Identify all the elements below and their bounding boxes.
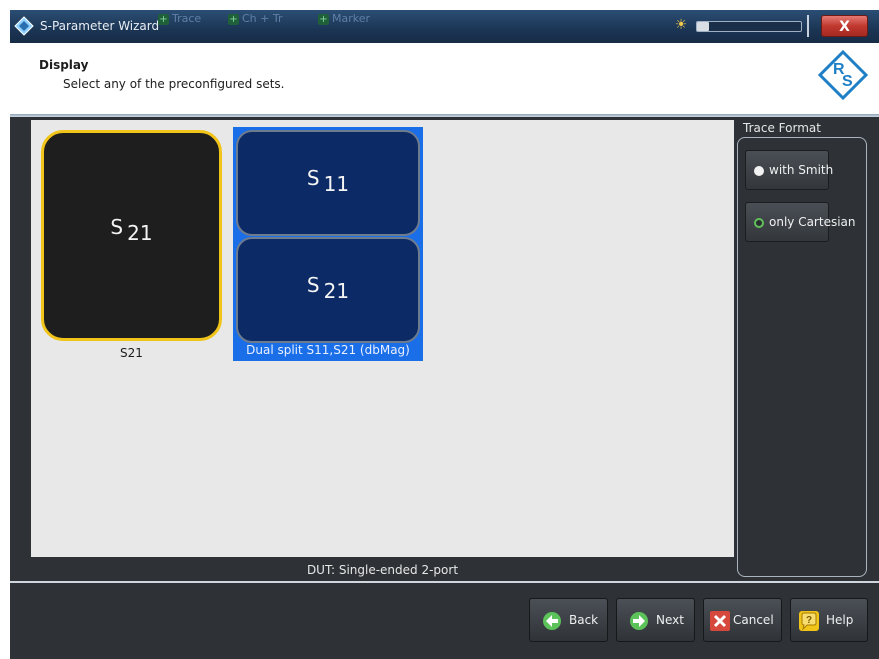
arrow-left-circle-icon [543, 612, 561, 630]
arrow-right-circle-icon [630, 612, 648, 630]
sun-icon: ☀ [674, 17, 688, 33]
close-button[interactable]: X [821, 15, 868, 37]
rs-diamond-icon [14, 16, 34, 36]
ghost-toolbar-chtr: + Ch + Tr [228, 12, 283, 25]
preset-dual-top-tile[interactable]: S 11 [236, 130, 420, 236]
trace-s21-label: S 21 [306, 273, 350, 303]
back-button[interactable]: Back [529, 598, 608, 642]
brightness-slider[interactable] [696, 21, 802, 32]
wizard-window: S-Parameter Wizard + Trace + Ch + Tr + Mark… [10, 10, 879, 659]
wizard-header: Display Select any of the preconfigured … [10, 43, 879, 114]
help-button[interactable]: ? Help [790, 598, 868, 642]
ghost-toolbar-trace: + Trace [158, 12, 202, 25]
preset-dual-caption: Dual split S11,S21 (dbMag) [246, 343, 410, 357]
back-label: Back [569, 613, 599, 627]
rs-logo: R S [818, 50, 868, 100]
next-label: Next [656, 613, 684, 627]
radio-indicator-selected [754, 218, 764, 228]
footer-divider [10, 581, 879, 583]
cancel-button[interactable]: Cancel [703, 598, 782, 642]
preset-s21-caption: S21 [120, 346, 143, 360]
brightness-slider-thumb[interactable] [697, 22, 709, 31]
preset-s21-tile[interactable]: S 21 [41, 130, 222, 341]
with-smith-label: with Smith [769, 163, 834, 177]
trace-s11-label: S 11 [306, 166, 350, 196]
window-title: S-Parameter Wizard [40, 19, 160, 33]
page-subtitle: Select any of the preconfigured sets. [63, 77, 285, 91]
preset-dual-bottom-tile[interactable]: S 21 [236, 237, 420, 343]
help-label: Help [826, 613, 854, 627]
trace-format-title: Trace Format [743, 121, 821, 135]
radio-indicator [754, 166, 764, 176]
only-cartesian-button[interactable]: only Cartesian [745, 202, 856, 242]
question-bubble-icon: ? [799, 611, 819, 631]
trace-s21-label: S 21 [110, 215, 153, 245]
with-smith-button[interactable]: with Smith [745, 150, 833, 190]
divider [807, 15, 809, 37]
x-icon [710, 611, 730, 631]
ghost-toolbar-marker: + Marker [318, 12, 371, 25]
next-button[interactable]: Next [616, 598, 695, 642]
preset-panel: S 21 S21 S 11 S 21 Dual split S11,S21 (dbMa… [31, 120, 734, 557]
page-title: Display [39, 58, 89, 72]
svg-text:S: S [842, 73, 853, 90]
svg-text:?: ? [806, 615, 812, 626]
only-cartesian-label: only Cartesian [769, 215, 856, 229]
header-divider [10, 114, 879, 117]
cancel-label: Cancel [733, 613, 774, 627]
preset-dual-split[interactable]: S 11 S 21 Dual split S11,S21 (dbMag) [233, 127, 423, 361]
title-bar: S-Parameter Wizard + Trace + Ch + Tr + Mark… [10, 10, 879, 43]
preset-s21[interactable]: S 21 S21 [41, 130, 222, 360]
dut-label: DUT: Single-ended 2-port [306, 563, 459, 577]
